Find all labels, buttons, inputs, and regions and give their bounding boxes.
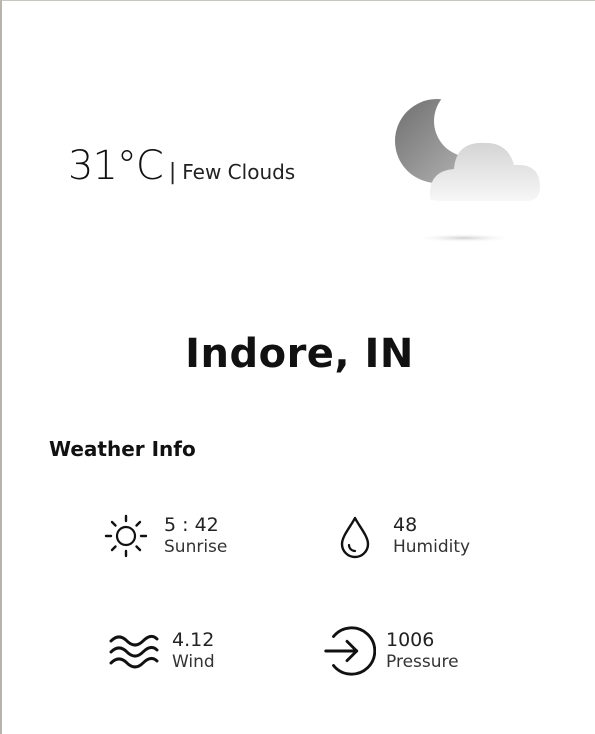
info-item-pressure: 1006 Pressure (320, 623, 459, 679)
humidity-label: Humidity (393, 537, 471, 558)
moon-cloud-icon (390, 91, 550, 251)
condition: Few Clouds (182, 160, 296, 184)
info-item-sunrise: 5 : 42 Sunrise (98, 508, 227, 564)
droplet-icon (327, 508, 383, 564)
info-item-wind: 4.12 Wind (106, 623, 215, 679)
wind-label: Wind (172, 652, 215, 673)
pressure-value: 1006 (386, 628, 435, 651)
wind-icon (106, 623, 162, 679)
wind-value: 4.12 (172, 628, 215, 651)
weather-card: 31°C | Few Clouds Indore, IN Weather Inf… (0, 0, 595, 734)
sunrise-label: Sunrise (164, 537, 228, 558)
pressure-label: Pressure (386, 652, 459, 673)
city-name: Indore, IN (185, 331, 414, 377)
humidity-value: 48 (393, 513, 418, 536)
info-item-humidity: 48 Humidity (327, 508, 470, 564)
separator: | (168, 160, 177, 185)
temperature: 31°C (68, 143, 164, 189)
pressure-arrow-icon (320, 623, 376, 679)
sun-icon (98, 508, 154, 564)
current-weather: 31°C | Few Clouds (68, 143, 295, 189)
sunrise-value: 5 : 42 (164, 513, 219, 536)
weather-info-title: Weather Info (49, 437, 196, 461)
